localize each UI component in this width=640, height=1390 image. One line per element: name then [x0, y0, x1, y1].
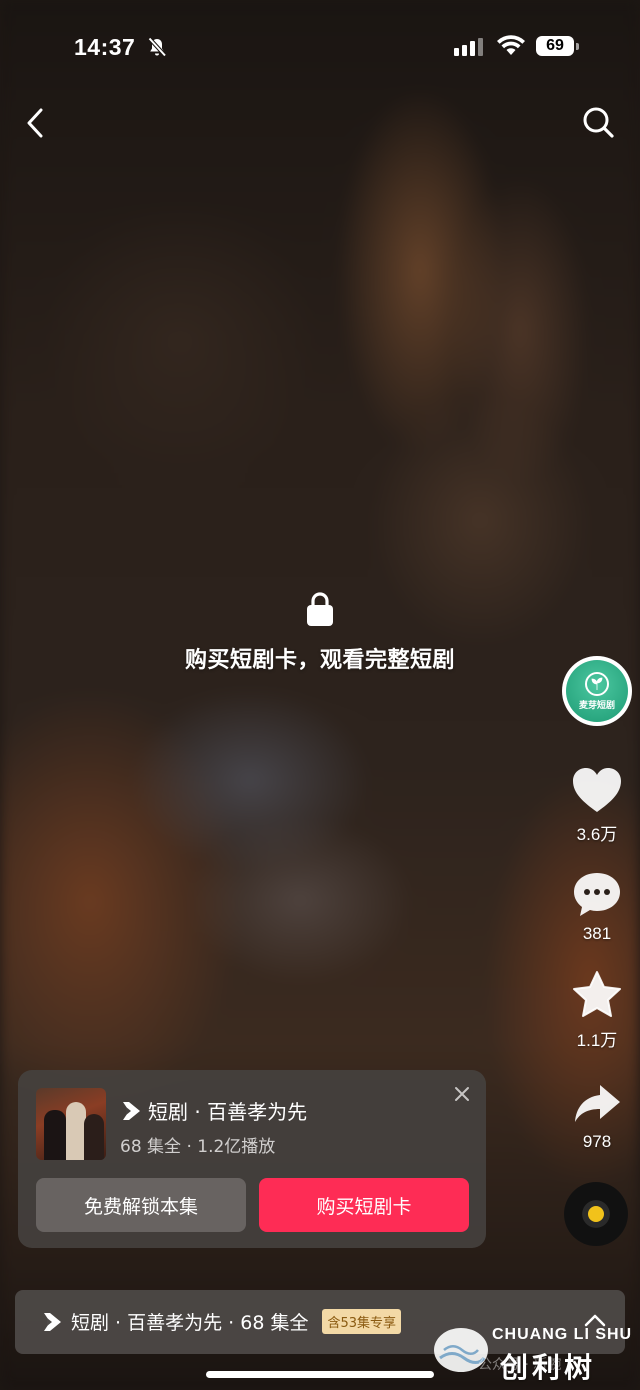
- comment-icon: [574, 873, 620, 916]
- drama-subtitle: 68 集全 · 1.2亿播放: [120, 1137, 276, 1157]
- lock-message: 购买短剧卡，观看完整短剧: [184, 648, 455, 673]
- cover-figure: [44, 1110, 66, 1160]
- cellular-signal-icon: [454, 38, 486, 60]
- sprout-logo-icon: [585, 671, 609, 696]
- status-bar: 14:37 69: [0, 30, 640, 66]
- like-count: 3.6万: [576, 825, 618, 844]
- favorite-count: 1.1万: [576, 1031, 618, 1050]
- share-count: 978: [582, 1132, 612, 1151]
- comment-button[interactable]: 381: [566, 870, 628, 944]
- bell-muted-icon: [146, 36, 168, 62]
- short-drama-play-icon: [123, 1101, 140, 1120]
- watermark-english: CHUANG LI SHU: [492, 1326, 633, 1343]
- drama-title-row[interactable]: 短剧 · 百善孝为先: [120, 1096, 307, 1125]
- share-button[interactable]: 978: [566, 1082, 628, 1152]
- share-arrow-icon: [575, 1085, 620, 1122]
- comment-count: 381: [582, 924, 612, 943]
- heart-icon: [573, 768, 621, 812]
- favorite-button[interactable]: 1.1万: [566, 970, 628, 1051]
- search-icon: [583, 107, 614, 138]
- close-icon: [455, 1087, 469, 1101]
- avatar-label: 麦芽短剧: [578, 700, 615, 711]
- cover-figure: [66, 1102, 86, 1160]
- music-disc-icon[interactable]: [564, 1182, 628, 1246]
- bottom-bar-content: 短剧 · 百善孝为先 · 68 集全 含53集专享: [41, 1308, 402, 1335]
- battery-tip: [576, 43, 579, 50]
- watermark-chinese: 创利树: [500, 1351, 597, 1384]
- avatar-image: 麦芽短剧: [566, 660, 628, 722]
- status-time: 14:37: [74, 34, 136, 60]
- star-icon: [573, 971, 621, 1017]
- buy-drama-card-button[interactable]: 购买短剧卡: [259, 1178, 469, 1232]
- drama-title: 短剧 · 百善孝为先: [148, 1100, 308, 1124]
- watermark: CHUANG LI SHU 公众号 · 新腕 创利树: [434, 1320, 640, 1384]
- short-drama-play-icon: [44, 1312, 61, 1331]
- free-unlock-button[interactable]: 免费解锁本集: [36, 1178, 246, 1232]
- lock-overlay[interactable]: 购买短剧卡，观看完整短剧: [0, 590, 640, 674]
- card-close-button[interactable]: [452, 1084, 472, 1104]
- wifi-icon: [496, 35, 526, 61]
- back-button[interactable]: [20, 104, 52, 144]
- search-button[interactable]: [578, 102, 618, 142]
- like-button[interactable]: 3.6万: [566, 766, 628, 845]
- disc-center: [588, 1206, 604, 1222]
- drama-cover-thumbnail[interactable]: [36, 1088, 106, 1160]
- exclusive-badge: 含53集专享: [322, 1309, 402, 1334]
- lock-icon: [305, 590, 335, 632]
- chevron-left-icon: [27, 108, 43, 138]
- cover-figure: [84, 1114, 104, 1160]
- battery-icon: 69: [536, 36, 574, 56]
- creator-avatar[interactable]: 麦芽短剧: [562, 656, 632, 726]
- bottom-bar-text: 短剧 · 百善孝为先 · 68 集全: [71, 1312, 309, 1334]
- drama-info-card[interactable]: 短剧 · 百善孝为先 68 集全 · 1.2亿播放 免费解锁本集 购买短剧卡: [18, 1070, 486, 1248]
- home-indicator[interactable]: [206, 1371, 434, 1378]
